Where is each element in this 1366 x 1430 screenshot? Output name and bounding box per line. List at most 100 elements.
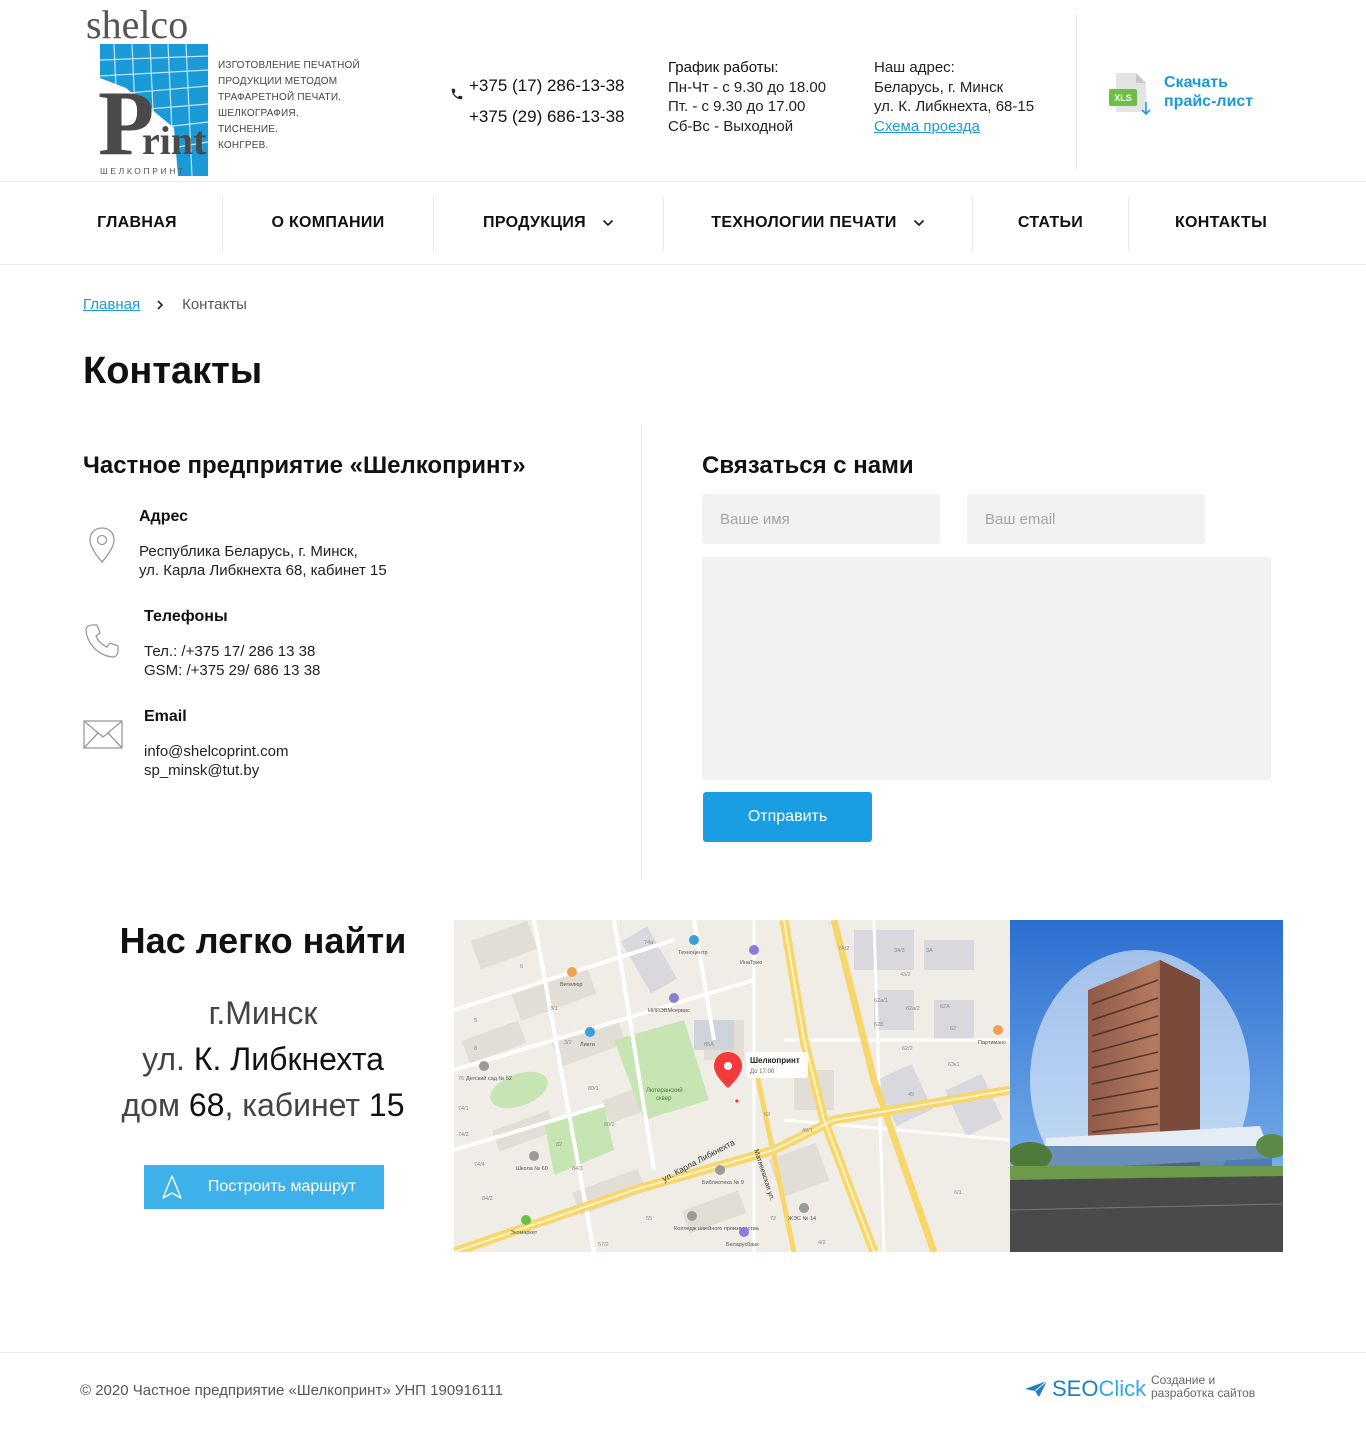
svg-text:72: 72 — [770, 1216, 776, 1222]
svg-text:Школа № 60: Школа № 60 — [516, 1166, 548, 1172]
developer-logo[interactable]: SEOClick — [1024, 1376, 1146, 1402]
schedule-line: Пт. - с 9.30 до 17.00 — [668, 98, 806, 115]
address-heading: Адрес — [139, 508, 189, 525]
header-phone-1[interactable]: +375 (17) 286-13-38 — [469, 70, 624, 101]
svg-text:5: 5 — [474, 1018, 477, 1024]
svg-text:Техноцентр: Техноцентр — [678, 950, 708, 956]
building-illustration — [1010, 920, 1283, 1252]
svg-text:Вителюр: Вителюр — [560, 982, 582, 988]
header-phone-2[interactable]: +375 (29) 686-13-38 — [469, 101, 624, 132]
header-address: Наш адрес: Беларусь, г. Минск ул. К. Либ… — [874, 58, 1034, 136]
svg-text:82: 82 — [556, 1142, 562, 1148]
email-address[interactable]: sp_minsk@tut.by — [144, 761, 288, 780]
svg-text:Шелкопринт: Шелкопринт — [750, 1056, 800, 1065]
svg-text:сквер: сквер — [656, 1096, 672, 1102]
brand-part-seo[interactable]: SEO — [1052, 1376, 1098, 1401]
phone-icon — [85, 624, 119, 658]
location-pin-icon — [89, 527, 115, 563]
nav-item-print-tech[interactable]: Технологии печати — [664, 182, 972, 264]
footer-border — [0, 1352, 1366, 1353]
route-button-label[interactable]: Построить маршрут — [208, 1178, 356, 1196]
email-input[interactable] — [967, 494, 1205, 544]
nav-label[interactable]: Продукция — [483, 214, 586, 232]
name-input[interactable] — [702, 494, 940, 544]
developer-brand[interactable]: SEOClick — [1052, 1376, 1146, 1402]
find-us-address: г.Минск ул. К. Либкнехта дом 68, кабинет… — [83, 990, 443, 1128]
phones-heading: Телефоны — [144, 608, 228, 625]
schedule-title: График работы: — [668, 59, 779, 76]
svg-text:XLS: XLS — [1114, 93, 1132, 103]
nav-item-products[interactable]: Продукция — [434, 182, 663, 264]
breadcrumb: Главная Контакты — [83, 296, 247, 313]
phone-line[interactable]: GSM: /+375 29/ 686 13 38 — [144, 661, 320, 680]
svg-text:Лиеги: Лиеги — [580, 1042, 595, 1048]
svg-text:Лютеранский: Лютеранский — [646, 1087, 683, 1094]
address-title: Наш адрес: — [874, 59, 955, 76]
nav-label[interactable]: О компании — [271, 214, 384, 232]
svg-text:Детский сад № 52: Детский сад № 52 — [466, 1075, 512, 1082]
phone-line[interactable]: Тел.: /+375 17/ 286 13 38 — [144, 642, 320, 661]
nav-item-contacts[interactable]: Контакты — [1129, 182, 1313, 264]
svg-text:8: 8 — [474, 1046, 477, 1052]
find-us-house: дом 68, кабинет 15 — [83, 1082, 443, 1128]
nav-label[interactable]: Технологии печати — [711, 214, 896, 232]
paper-plane-icon — [1025, 1380, 1048, 1397]
house-prefix: дом — [121, 1087, 180, 1123]
nav-item-articles[interactable]: Статьи — [973, 182, 1128, 264]
brand-part-click[interactable]: Click — [1098, 1376, 1146, 1401]
directions-link[interactable]: Схема проезда — [874, 118, 980, 135]
svg-text:62/2: 62/2 — [902, 1046, 913, 1052]
message-textarea[interactable] — [702, 557, 1271, 780]
street-name: К. Либкнехта — [193, 1041, 384, 1077]
chevron-down-icon[interactable] — [913, 219, 925, 227]
logo-tagline: ИЗГОТОВЛЕНИЕ ПЕЧАТНОЙ ПРОДУКЦИИ МЕТОДОМ … — [218, 58, 378, 154]
nav-item-about[interactable]: О компании — [223, 182, 433, 264]
tagline-line: КОНГРЕВ. — [218, 140, 269, 151]
svg-text:62а/1: 62а/1 — [874, 998, 888, 1004]
map-canvas[interactable]: ул. Карла Либкнехта Матвеевская ул. Люте… — [454, 920, 1010, 1252]
price-label-line[interactable]: Скачать — [1164, 73, 1253, 92]
nav-label[interactable]: Контакты — [1175, 214, 1267, 232]
chevron-right-icon — [157, 299, 164, 310]
svg-text:84/3: 84/3 — [572, 1166, 583, 1172]
svg-text:80/2: 80/2 — [604, 1122, 615, 1128]
nav-label[interactable]: Главная — [97, 214, 177, 232]
svg-text:80/1: 80/1 — [588, 1086, 599, 1092]
breadcrumb-current: Контакты — [182, 296, 247, 313]
svg-text:До 17:00: До 17:00 — [750, 1069, 775, 1075]
find-us-title: Нас легко найти — [119, 920, 407, 961]
price-label-line[interactable]: прайс-лист — [1164, 92, 1253, 111]
breadcrumb-home[interactable]: Главная — [83, 296, 140, 313]
svg-text:62а/2: 62а/2 — [906, 1006, 920, 1012]
map[interactable]: ул. Карла Либкнехта Матвеевская ул. Люте… — [454, 920, 1010, 1252]
envelope-icon — [83, 720, 123, 749]
page-title: Контакты — [83, 350, 263, 392]
svg-text:6/1: 6/1 — [954, 1190, 962, 1196]
svg-text:3/1: 3/1 — [550, 1006, 558, 1012]
building-photo — [1010, 920, 1283, 1252]
build-route-button[interactable]: Построить маршрут — [144, 1165, 384, 1209]
email-heading: Email — [144, 708, 187, 725]
svg-text:ШЕЛКОПРИНТ: ШЕЛКОПРИНТ — [100, 166, 186, 176]
phone-icon — [451, 88, 463, 100]
address-line: ул. К. Либкнехта, 68-15 — [874, 98, 1035, 115]
svg-text:63: 63 — [764, 1112, 770, 1118]
svg-text:Партимэнс: Партимэнс — [978, 1040, 1006, 1046]
chevron-down-icon[interactable] — [602, 219, 614, 227]
svg-text:34/3: 34/3 — [894, 948, 905, 954]
nav-item-home[interactable]: Главная — [83, 182, 191, 264]
navigation-arrow-icon — [162, 1175, 182, 1199]
svg-text:63к1: 63к1 — [948, 1062, 960, 1068]
svg-text:74а: 74а — [644, 940, 654, 946]
price-list-label[interactable]: Скачать прайс-лист — [1164, 73, 1253, 111]
svg-text:74/4: 74/4 — [474, 1162, 485, 1168]
send-button[interactable]: Отправить — [703, 792, 872, 842]
nav-label[interactable]: Статьи — [1018, 214, 1083, 232]
logo[interactable]: shelco P rint ШЕЛКОПРИНТ — [86, 2, 212, 178]
site-header: shelco P rint ШЕЛКОПРИНТ ИЗГОТОВЛЕНИЕ ПЕ… — [0, 0, 1366, 182]
svg-text:3/2: 3/2 — [564, 1040, 572, 1046]
developer-desc-line: разработка сайтов — [1151, 1386, 1256, 1400]
svg-text:49/1: 49/1 — [802, 1128, 813, 1134]
svg-text:74/1: 74/1 — [458, 1106, 469, 1112]
email-address[interactable]: info@shelcoprint.com — [144, 742, 288, 761]
